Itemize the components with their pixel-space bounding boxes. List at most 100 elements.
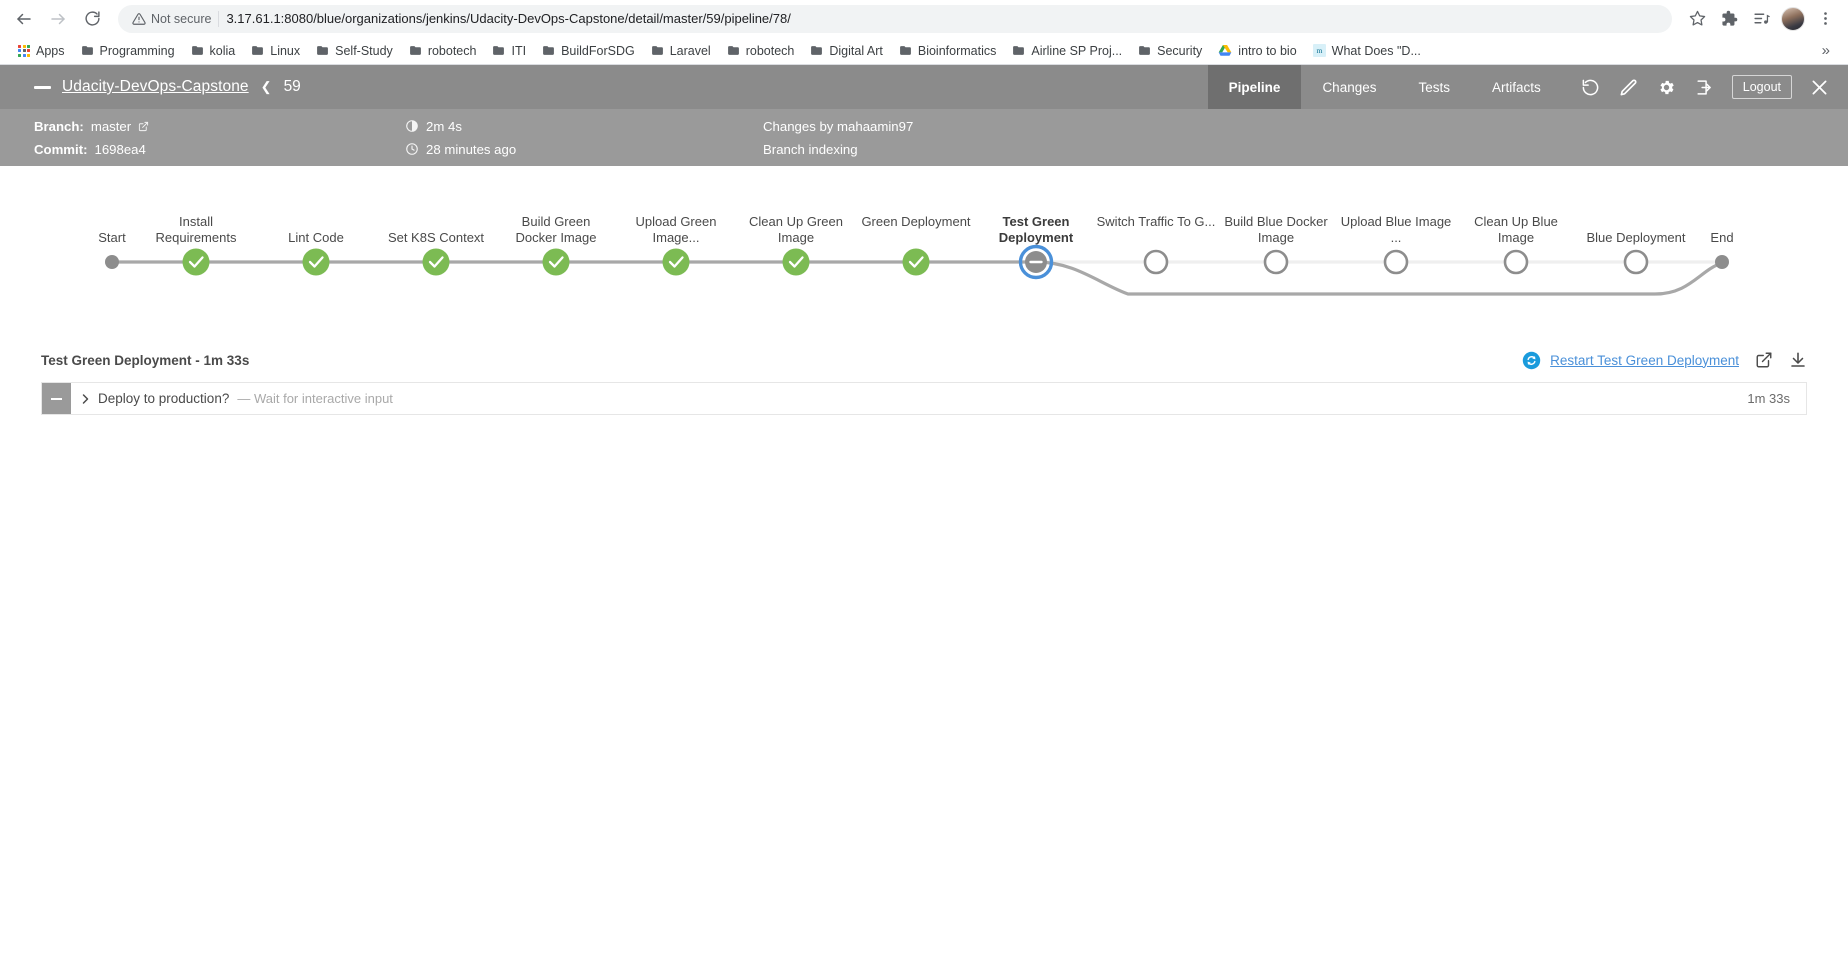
bookmark-programming[interactable]: Programming	[73, 41, 183, 61]
log-header: Test Green Deployment - 1m 33s Restart T…	[41, 338, 1807, 382]
tab-tests[interactable]: Tests	[1397, 65, 1471, 109]
url-text[interactable]: 3.17.61.1:8080/blue/organizations/jenkin…	[226, 11, 790, 26]
bookmark-label: Airline SP Proj...	[1031, 43, 1123, 58]
folder-icon	[543, 46, 554, 55]
bookmark-laravel[interactable]: Laravel	[643, 41, 719, 61]
stage-label-build-green-docker-image: Build Green Docker Image	[515, 214, 597, 245]
external-link-icon[interactable]	[138, 121, 149, 132]
download-log-icon[interactable]	[1789, 351, 1807, 369]
table-row[interactable]: Deploy to production? — Wait for interac…	[41, 382, 1807, 415]
browser-chrome: Not secure 3.17.61.1:8080/blue/organizat…	[0, 0, 1848, 65]
bookmark-what-does-d[interactable]: m What Does "D...	[1305, 41, 1429, 61]
bookmark-intro-to-bio[interactable]: intro to bio	[1210, 41, 1304, 61]
step-log-panel: Test Green Deployment - 1m 33s Restart T…	[0, 338, 1848, 415]
forward-arrow-icon[interactable]	[42, 3, 74, 35]
stage-label-install-requirements: Install Requirements	[155, 214, 237, 245]
bookmark-bioinformatics[interactable]: Bioinformatics	[891, 41, 1005, 61]
step-name: Deploy to production?	[98, 391, 230, 406]
folder-icon	[899, 46, 911, 55]
bookmarks-overflow-button[interactable]: »	[1814, 42, 1838, 59]
bookmark-buildforsdg[interactable]: BuildForSDG	[534, 41, 643, 61]
bookmark-digital-art[interactable]: Digital Art	[802, 41, 891, 61]
browser-toolbar: Not secure 3.17.61.1:8080/blue/organizat…	[0, 0, 1848, 37]
reload-icon[interactable]	[76, 3, 108, 35]
cause-text: Branch indexing	[763, 141, 858, 157]
bookmark-airline-sp-proj[interactable]: Airline SP Proj...	[1004, 41, 1130, 61]
bookmark-label: ITI	[511, 43, 527, 58]
close-x-icon[interactable]	[1802, 70, 1836, 104]
back-arrow-icon[interactable]	[8, 3, 40, 35]
logout-arrow-icon[interactable]	[1688, 70, 1722, 104]
folder-icon	[651, 46, 663, 55]
run-number: 59	[283, 78, 301, 95]
duration-value: 2m 4s	[426, 118, 462, 134]
stage-label-upload-blue-image: Upload Blue Image ...	[1340, 214, 1452, 245]
bookmark-robotech-2[interactable]: robotech	[719, 41, 803, 61]
stage-label-green-deployment: Green Deployment	[861, 214, 971, 229]
stage-label-test-green-deployment: Test Green Deployment	[998, 214, 1074, 245]
folder-icon	[727, 46, 739, 55]
commit-label: Commit:	[34, 141, 88, 157]
not-secure-label: Not secure	[151, 11, 212, 26]
bookmark-iti[interactable]: ITI	[484, 41, 534, 61]
step-duration: 1m 33s	[1747, 391, 1790, 406]
folder-icon	[81, 46, 93, 55]
bookmark-apps[interactable]: Apps	[10, 41, 73, 61]
node-test-green-deployment	[1018, 244, 1054, 280]
bookmark-label: robotech	[427, 43, 477, 58]
meta-branch-row: Branch: master	[34, 115, 149, 138]
folder-icon	[252, 46, 264, 55]
minus-glyph	[51, 397, 62, 400]
bookmark-label: Self-Study	[335, 43, 393, 58]
restart-refresh-icon	[1522, 351, 1541, 370]
bookmark-security[interactable]: Security	[1130, 41, 1210, 61]
edit-pencil-icon[interactable]	[1612, 70, 1646, 104]
run-metadata-bar: Branch: master Commit: 1698ea4 2m 4s 28 …	[0, 109, 1848, 166]
rerun-icon[interactable]	[1574, 70, 1608, 104]
tab-pipeline[interactable]: Pipeline	[1207, 65, 1302, 109]
bookmark-self-study[interactable]: Self-Study	[308, 41, 401, 61]
duration-clock-icon	[405, 119, 419, 133]
stage-label-end: End	[1710, 230, 1734, 245]
address-bar[interactable]: Not secure 3.17.61.1:8080/blue/organizat…	[118, 4, 1672, 33]
bookmark-star-icon[interactable]	[1682, 4, 1712, 34]
media-playlist-icon[interactable]	[1746, 4, 1776, 34]
chevron-right-icon[interactable]	[71, 383, 98, 414]
puzzle-extensions-icon[interactable]	[1714, 4, 1744, 34]
meta-cause-column: Changes by mahaamin97 Branch indexing	[763, 115, 913, 161]
folder-icon	[1139, 46, 1151, 55]
profile-avatar-icon[interactable]	[1778, 4, 1808, 34]
log-row-main: Deploy to production? — Wait for interac…	[98, 383, 1747, 414]
meta-time-ago-row: 28 minutes ago	[405, 138, 516, 161]
restart-stage-link[interactable]: Restart Test Green Deployment	[1522, 351, 1739, 370]
warning-triangle-icon	[132, 12, 146, 25]
google-drive-icon	[1218, 45, 1232, 56]
paused-minus-icon	[42, 383, 71, 414]
bookmark-label: Laravel	[669, 43, 711, 58]
edge-bypass-curve	[1035, 260, 1724, 296]
pipeline-graph-svg	[105, 244, 1729, 296]
stage-label-set-k8s-context: Set K8S Context	[387, 230, 485, 245]
project-name-link[interactable]: Udacity-DevOps-Capstone	[62, 78, 249, 96]
gear-settings-icon[interactable]	[1650, 70, 1684, 104]
open-external-log-icon[interactable]	[1755, 351, 1773, 369]
bookmark-label: Bioinformatics	[917, 43, 997, 58]
not-secure-warning[interactable]: Not secure	[132, 12, 211, 26]
bookmark-label: Digital Art	[829, 43, 883, 58]
bookmark-linux[interactable]: Linux	[243, 41, 308, 61]
header-tabs: Pipeline Changes Tests Artifacts	[1207, 65, 1562, 109]
restart-stage-label: Restart Test Green Deployment	[1550, 352, 1739, 368]
three-dot-menu-icon[interactable]	[1810, 4, 1840, 34]
bookmark-robotech[interactable]: robotech	[401, 41, 485, 61]
commit-value: 1698ea4	[94, 141, 146, 157]
stage-label-clean-up-blue-image: Clean Up Blue Image	[1474, 214, 1558, 245]
tab-changes[interactable]: Changes	[1301, 65, 1397, 109]
minimize-dash-icon[interactable]	[34, 85, 51, 89]
bookmark-kolia[interactable]: kolia	[183, 41, 244, 61]
node-clean-up-green-image	[782, 248, 810, 276]
chevron-left-icon: ❮	[260, 79, 272, 94]
stage-label-clean-up-green-image: Clean Up Green Image	[749, 214, 843, 245]
node-upload-blue-image	[1383, 249, 1409, 275]
logout-button[interactable]: Logout	[1731, 75, 1792, 99]
tab-artifacts[interactable]: Artifacts	[1471, 65, 1562, 109]
